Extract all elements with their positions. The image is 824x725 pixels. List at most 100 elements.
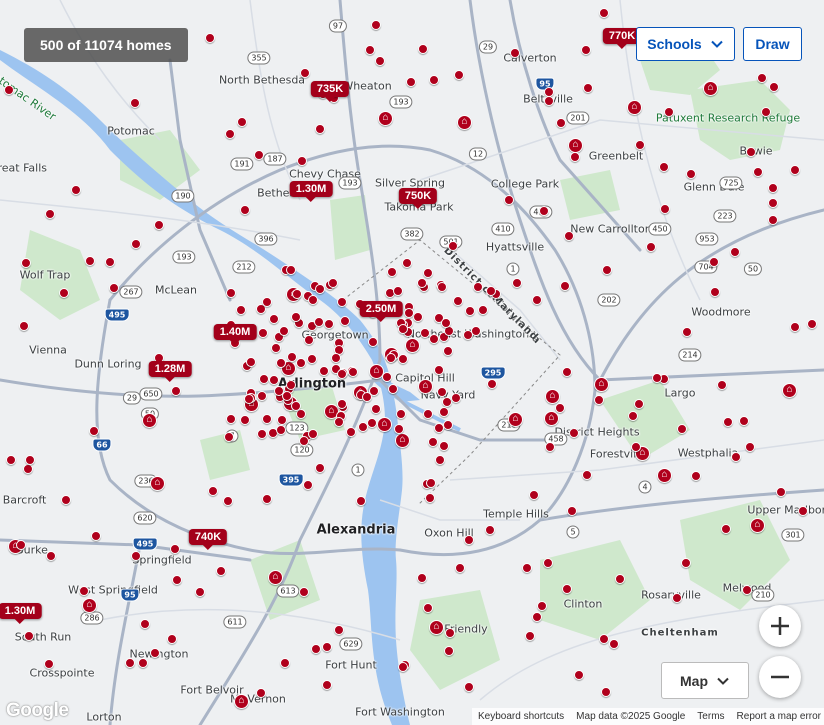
listing-marker[interactable] (205, 33, 215, 43)
listing-marker-home[interactable] (457, 114, 472, 130)
listing-marker[interactable] (258, 328, 268, 338)
listing-marker[interactable] (664, 107, 674, 117)
listing-marker[interactable] (319, 366, 329, 376)
listing-marker[interactable] (262, 494, 272, 504)
listing-marker-home[interactable] (395, 432, 410, 448)
listing-marker[interactable] (337, 369, 347, 379)
listing-marker[interactable] (291, 312, 301, 322)
listing-marker[interactable] (367, 418, 377, 428)
listing-marker[interactable] (398, 354, 408, 364)
listing-marker[interactable] (790, 165, 800, 175)
listing-marker[interactable] (745, 442, 755, 452)
listing-marker[interactable] (131, 551, 141, 561)
listing-marker[interactable] (768, 198, 778, 208)
listing-marker[interactable] (562, 584, 572, 594)
draw-button[interactable]: Draw (743, 27, 802, 61)
listing-marker[interactable] (277, 415, 287, 425)
listing-marker[interactable] (539, 206, 549, 216)
listing-marker[interactable] (322, 680, 332, 690)
listing-marker-home[interactable] (82, 597, 97, 613)
report-error-link[interactable]: Report a map error (737, 711, 821, 722)
map-canvas[interactable]: Arlington Alexandria North Bethesda Potomac… (0, 0, 824, 725)
listing-marker[interactable] (677, 424, 687, 434)
listing-marker-home[interactable] (782, 382, 797, 398)
listing-marker[interactable] (413, 312, 423, 322)
listing-marker[interactable] (615, 574, 625, 584)
listing-marker[interactable] (448, 241, 458, 251)
listing-marker[interactable] (296, 358, 306, 368)
listing-marker[interactable] (195, 587, 205, 597)
listing-marker-home[interactable] (142, 412, 157, 428)
listing-marker[interactable] (439, 407, 449, 417)
listing-marker[interactable] (322, 642, 332, 652)
listing-marker[interactable] (269, 375, 279, 385)
listing-marker[interactable] (807, 319, 817, 329)
map-type-dropdown[interactable]: Map (661, 662, 749, 699)
listing-marker[interactable] (790, 322, 800, 332)
listing-marker[interactable] (362, 392, 372, 402)
listing-marker[interactable] (125, 658, 135, 668)
listing-marker[interactable] (365, 45, 375, 55)
price-tag[interactable]: 750K (398, 188, 438, 209)
listing-marker[interactable] (23, 464, 33, 474)
listing-marker[interactable] (45, 209, 55, 219)
listing-marker[interactable] (455, 563, 465, 573)
listing-marker[interactable] (334, 625, 344, 635)
listing-marker[interactable] (315, 463, 325, 473)
listing-marker[interactable] (581, 45, 591, 55)
listing-marker[interactable] (425, 493, 435, 503)
listing-marker[interactable] (276, 358, 286, 368)
listing-marker[interactable] (659, 162, 669, 172)
listing-marker[interactable] (464, 535, 474, 545)
listing-marker[interactable] (279, 326, 289, 336)
listing-marker[interactable] (423, 409, 433, 419)
listing-marker[interactable] (71, 185, 81, 195)
listing-marker[interactable] (240, 205, 250, 215)
listing-marker[interactable] (652, 373, 662, 383)
listing-marker[interactable] (570, 152, 580, 162)
listing-marker[interactable] (423, 268, 433, 278)
listing-marker[interactable] (303, 480, 313, 490)
listing-marker[interactable] (91, 531, 101, 541)
listing-marker[interactable] (348, 367, 358, 377)
listing-marker-home[interactable] (405, 337, 420, 353)
listing-marker[interactable] (130, 98, 140, 108)
listing-marker[interactable] (225, 129, 235, 139)
keyboard-shortcuts-link[interactable]: Keyboard shortcuts (478, 711, 564, 722)
listing-marker[interactable] (739, 416, 749, 426)
listing-marker[interactable] (681, 558, 691, 568)
listing-marker[interactable] (594, 395, 604, 405)
listing-marker[interactable] (59, 288, 69, 298)
listing-marker[interactable] (89, 426, 99, 436)
listing-marker[interactable] (709, 257, 719, 267)
listing-marker-home[interactable] (268, 569, 283, 585)
listing-marker-home[interactable] (418, 378, 433, 394)
listing-marker[interactable] (428, 437, 438, 447)
listing-marker[interactable] (429, 75, 439, 85)
listing-marker[interactable] (402, 258, 412, 268)
listing-marker[interactable] (371, 404, 381, 414)
listing-marker[interactable] (79, 586, 89, 596)
price-tag[interactable]: 1.40M (213, 324, 257, 345)
google-logo[interactable]: Google (6, 700, 69, 722)
listing-marker[interactable] (216, 566, 226, 576)
listing-marker[interactable] (543, 558, 553, 568)
listing-marker[interactable] (434, 423, 444, 433)
listing-marker[interactable] (761, 107, 771, 117)
listing-marker[interactable] (311, 644, 321, 654)
listing-marker[interactable] (257, 429, 267, 439)
listing-marker[interactable] (257, 391, 267, 401)
listing-marker[interactable] (19, 321, 29, 331)
schools-dropdown[interactable]: Schools (636, 27, 735, 61)
listing-marker[interactable] (776, 487, 786, 497)
listing-marker-home[interactable] (627, 99, 642, 115)
listing-marker[interactable] (544, 96, 554, 106)
listing-marker[interactable] (16, 540, 26, 550)
listing-marker[interactable] (485, 525, 495, 535)
listing-marker[interactable] (445, 628, 455, 638)
listing-marker[interactable] (742, 585, 752, 595)
listing-marker[interactable] (346, 427, 356, 437)
listing-marker[interactable] (798, 506, 808, 516)
listing-marker[interactable] (599, 634, 609, 644)
listing-marker[interactable] (25, 455, 35, 465)
